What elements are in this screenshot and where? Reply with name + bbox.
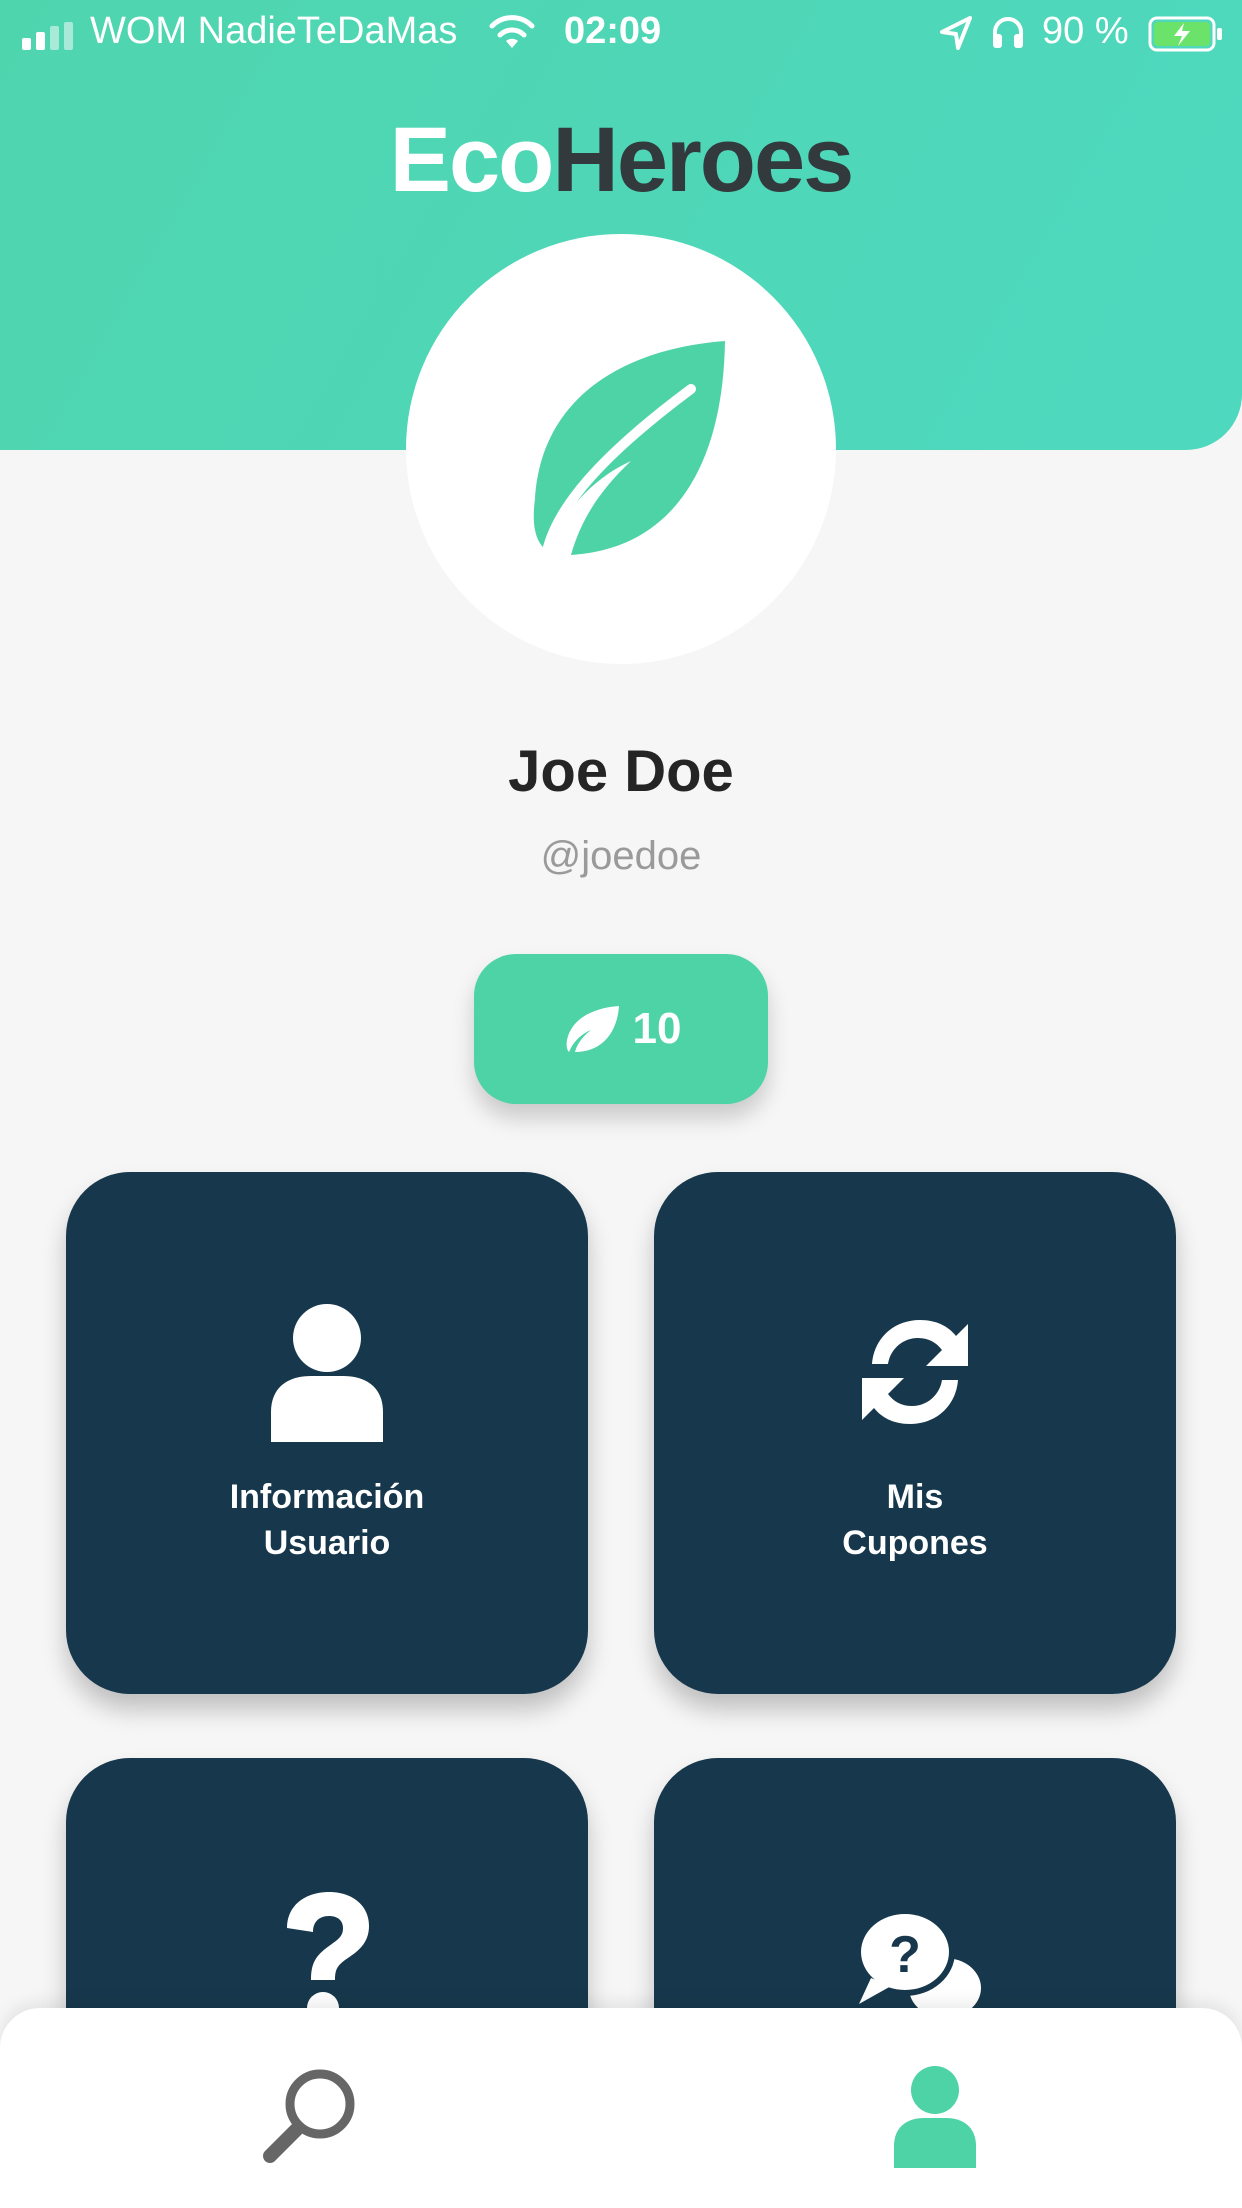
carrier-name: WOM NadieTeDaMas	[90, 10, 458, 52]
profile-screen: WOM NadieTeDaMas 02:09 90 % EcoHeroes Jo…	[0, 0, 1242, 2208]
leaf-icon	[566, 1006, 619, 1052]
leaf-icon	[533, 341, 725, 556]
logo-eco: Eco	[389, 109, 555, 211]
status-bar: WOM NadieTeDaMas 02:09 90 %	[0, 0, 1242, 66]
logo-heroes: Heroes	[552, 109, 854, 211]
battery-percent: 90 %	[1042, 10, 1129, 52]
clock: 02:09	[564, 10, 662, 52]
question-icon	[287, 1892, 369, 2024]
user-name: Joe Doe	[508, 739, 734, 804]
profile-icon[interactable]	[880, 2060, 990, 2170]
search-icon[interactable]	[256, 2060, 366, 2170]
coupons-card[interactable]: Mis Cupones	[654, 1172, 1176, 1694]
user-icon	[271, 1304, 383, 1442]
svg-text:?: ?	[889, 1926, 921, 1984]
points-value: 10	[632, 1004, 682, 1053]
card-label: Información Usuario	[229, 1478, 425, 1562]
headphones-icon	[993, 17, 1023, 48]
location-arrow-icon	[940, 16, 972, 50]
sync-icon	[862, 1320, 968, 1424]
bottom-nav	[0, 2008, 1242, 2208]
user-handle: @joedoe	[540, 834, 702, 878]
wifi-icon	[489, 15, 535, 48]
app-logo: EcoHeroes	[0, 108, 1242, 213]
user-info-card[interactable]: Información Usuario	[66, 1172, 588, 1694]
signal-icon	[22, 22, 73, 50]
avatar[interactable]	[406, 234, 836, 664]
question-chat-icon: ?	[855, 1908, 981, 2018]
points-badge[interactable]: 10	[474, 954, 768, 1104]
card-label: Mis Cupones	[842, 1478, 988, 1562]
battery-charging-icon	[1148, 16, 1222, 52]
